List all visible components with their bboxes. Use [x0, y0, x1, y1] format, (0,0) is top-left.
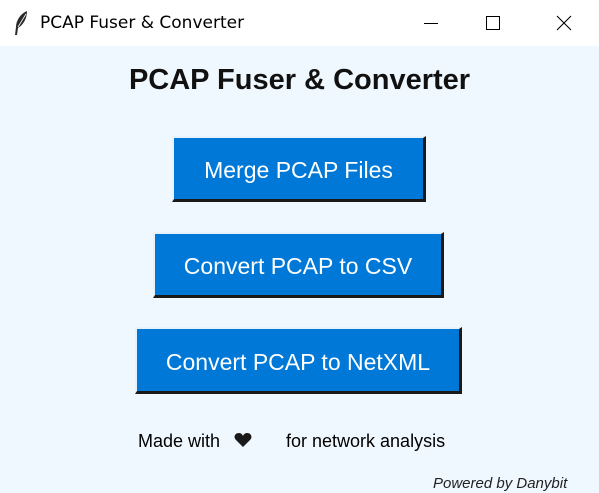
merge-pcap-button[interactable]: Merge PCAP Files: [172, 136, 426, 202]
footer-made-with: Made with: [138, 431, 221, 451]
powered-by-text: Powered by Danybit: [433, 475, 568, 492]
convert-csv-label: Convert PCAP to CSV: [183, 253, 413, 279]
app-window: PCAP Fuser & Converter PCAP Fuser & Conv…: [0, 0, 599, 493]
close-button[interactable]: [541, 0, 587, 46]
app-heading: PCAP Fuser & Converter: [128, 64, 471, 96]
convert-netxml-label: Convert PCAP to NetXML: [165, 349, 431, 375]
convert-csv-button[interactable]: Convert PCAP to CSV: [153, 232, 444, 298]
window-title: PCAP Fuser & Converter: [40, 13, 245, 33]
minimize-icon: [424, 23, 438, 24]
title-bar[interactable]: PCAP Fuser & Converter: [0, 0, 599, 46]
maximize-button[interactable]: [470, 0, 516, 46]
feather-icon: [12, 10, 30, 36]
convert-netxml-button[interactable]: Convert PCAP to NetXML: [135, 327, 462, 394]
heart-icon: [234, 432, 252, 448]
maximize-icon: [486, 16, 500, 30]
footer-purpose: for network analysis: [286, 431, 446, 451]
minimize-button[interactable]: [408, 0, 454, 46]
merge-pcap-label: Merge PCAP Files: [204, 157, 393, 183]
close-icon: [556, 15, 572, 31]
